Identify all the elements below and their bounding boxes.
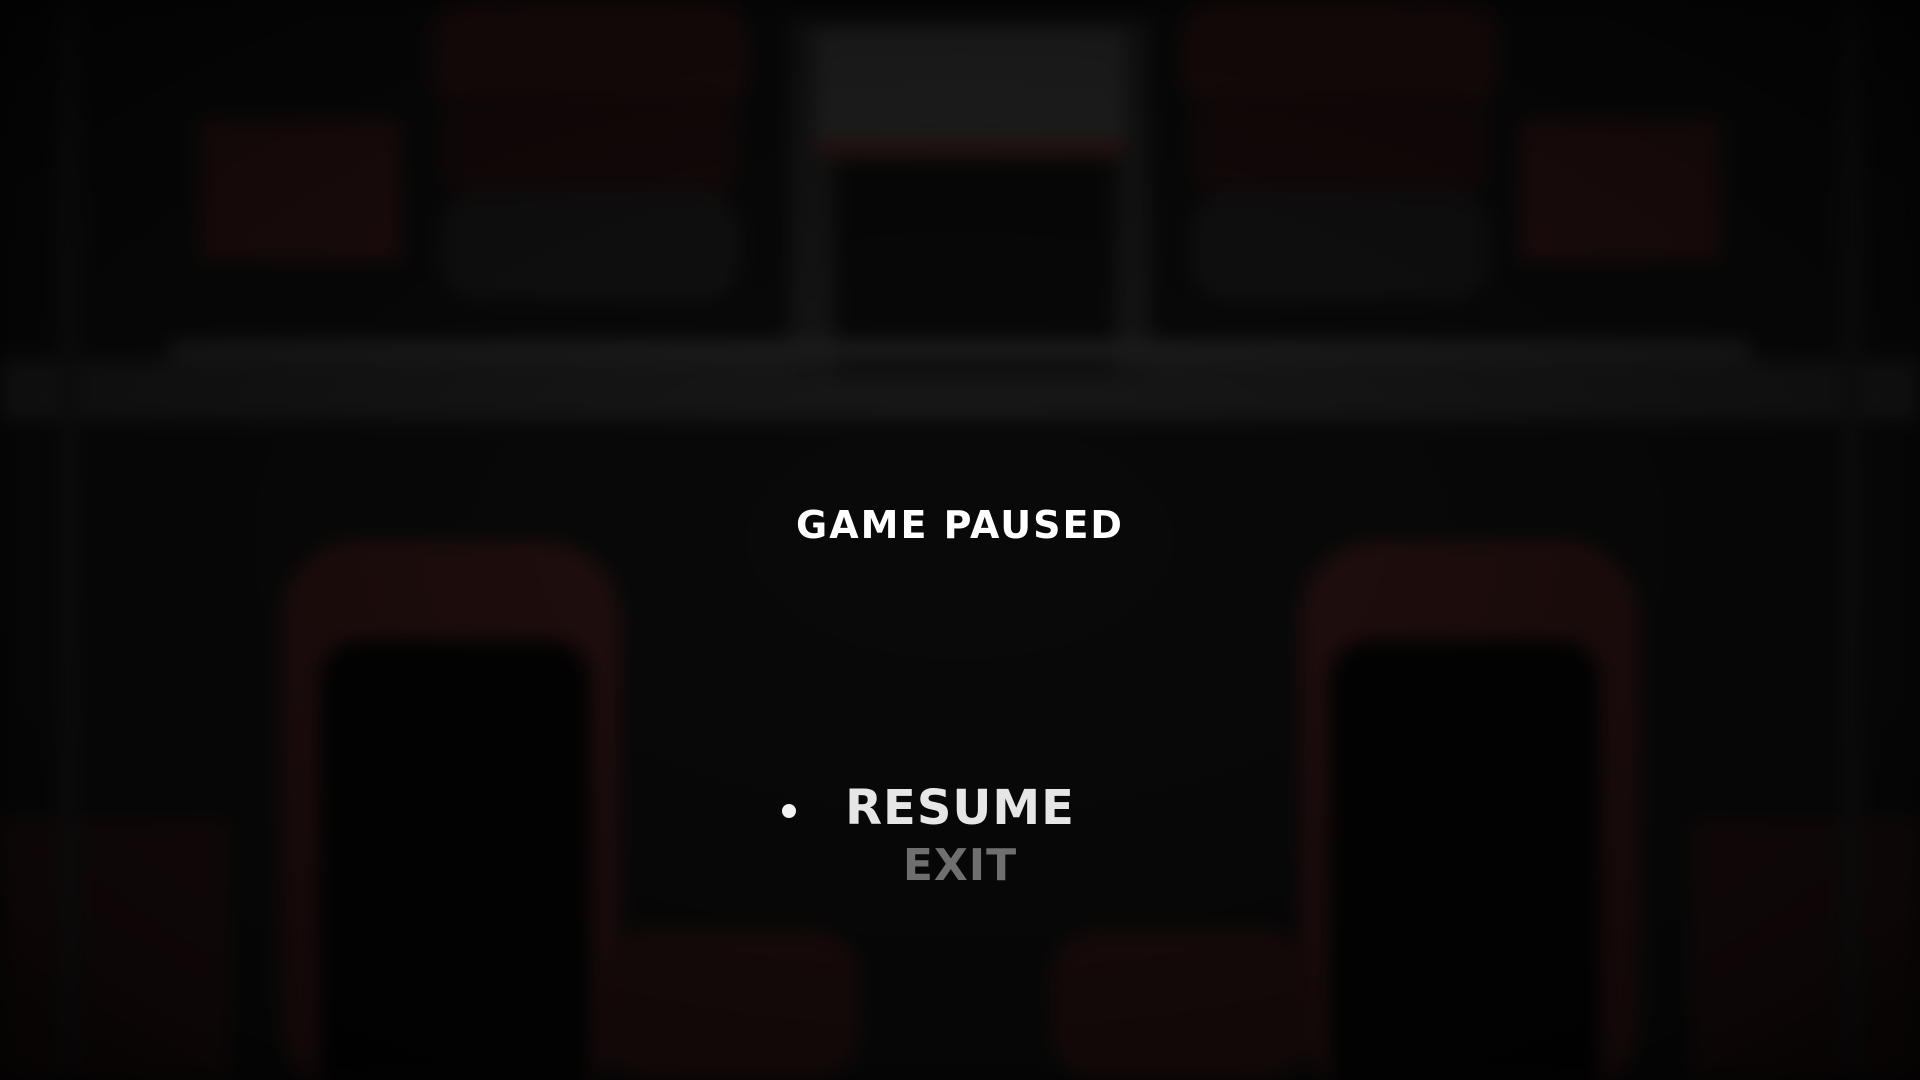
exit-button[interactable]: EXIT — [0, 840, 1920, 891]
resume-button[interactable]: RESUME — [0, 780, 1920, 836]
game-screen: GAME PAUSED RESUME EXIT — [0, 0, 1920, 1080]
pause-title: GAME PAUSED — [796, 503, 1124, 547]
